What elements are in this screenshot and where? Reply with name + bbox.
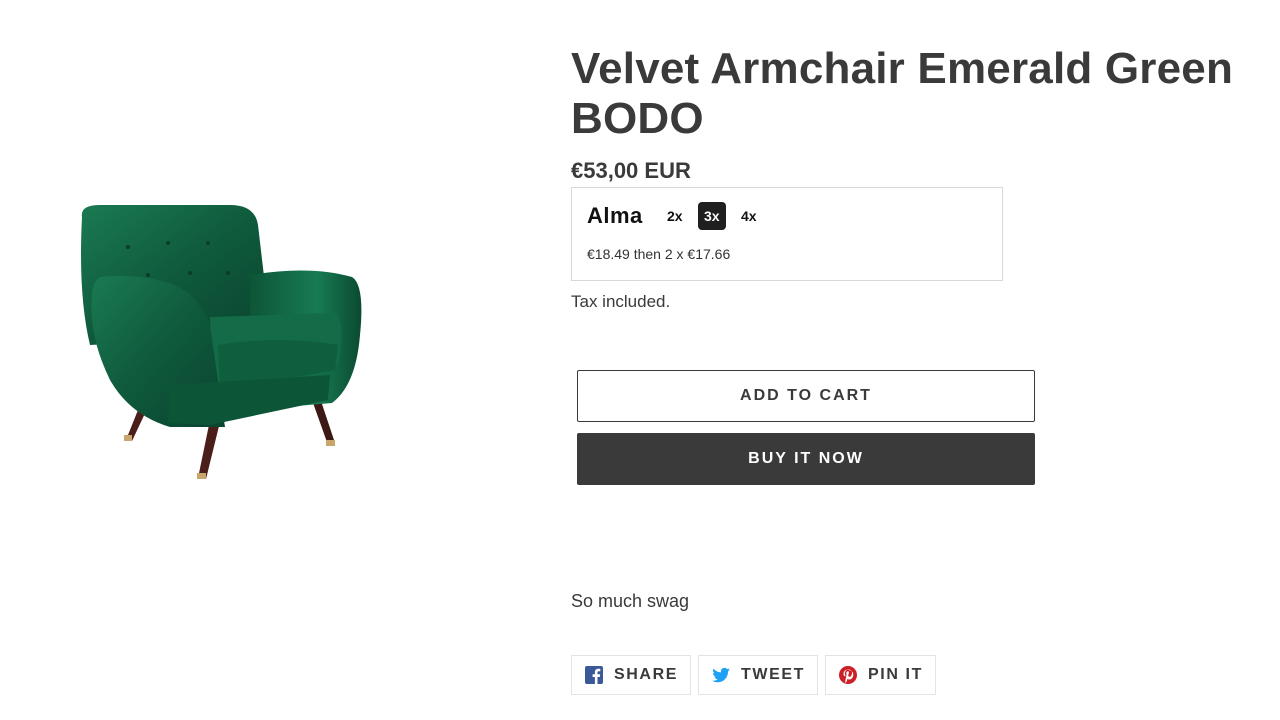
product-image-armchair[interactable] — [60, 195, 380, 495]
social-share-bar: SHARE TWEET PIN IT — [571, 655, 943, 695]
pinterest-icon — [838, 665, 858, 685]
product-info: Velvet Armchair Emerald Green BODO €53,0… — [571, 44, 1251, 184]
share-twitter-button[interactable]: TWEET — [698, 655, 819, 695]
alma-option-3x[interactable]: 3x — [697, 202, 726, 230]
share-pinterest-button[interactable]: PIN IT — [825, 655, 936, 695]
buy-it-now-button[interactable]: BUY IT NOW — [577, 433, 1035, 485]
product-title: Velvet Armchair Emerald Green BODO — [571, 44, 1234, 143]
tax-note: Tax included. — [571, 292, 671, 311]
alma-installments-widget: Alma 2x 3x 4x €18.49 then 2 x €17.66 — [571, 187, 1003, 281]
alma-schedule-text: €18.49 then 2 x €17.66 — [587, 246, 731, 262]
product-description: So much swag — [571, 591, 690, 611]
share-label: SHARE — [614, 666, 679, 683]
alma-option-2x[interactable]: 2x — [661, 202, 689, 230]
share-facebook-button[interactable]: SHARE — [571, 655, 692, 695]
pin-it-label: PIN IT — [868, 666, 923, 683]
product-page: Velvet Armchair Emerald Green BODO €53,0… — [0, 0, 1280, 720]
alma-options-row: Alma 2x 3x 4x — [587, 202, 772, 230]
twitter-icon — [711, 665, 731, 685]
facebook-icon — [584, 665, 604, 685]
alma-logo: Alma — [587, 203, 643, 228]
alma-option-4x[interactable]: 4x — [735, 202, 763, 230]
add-to-cart-button[interactable]: ADD TO CART — [577, 370, 1035, 422]
product-price: €53,00 EUR — [571, 158, 691, 183]
tweet-label: TWEET — [741, 666, 806, 683]
